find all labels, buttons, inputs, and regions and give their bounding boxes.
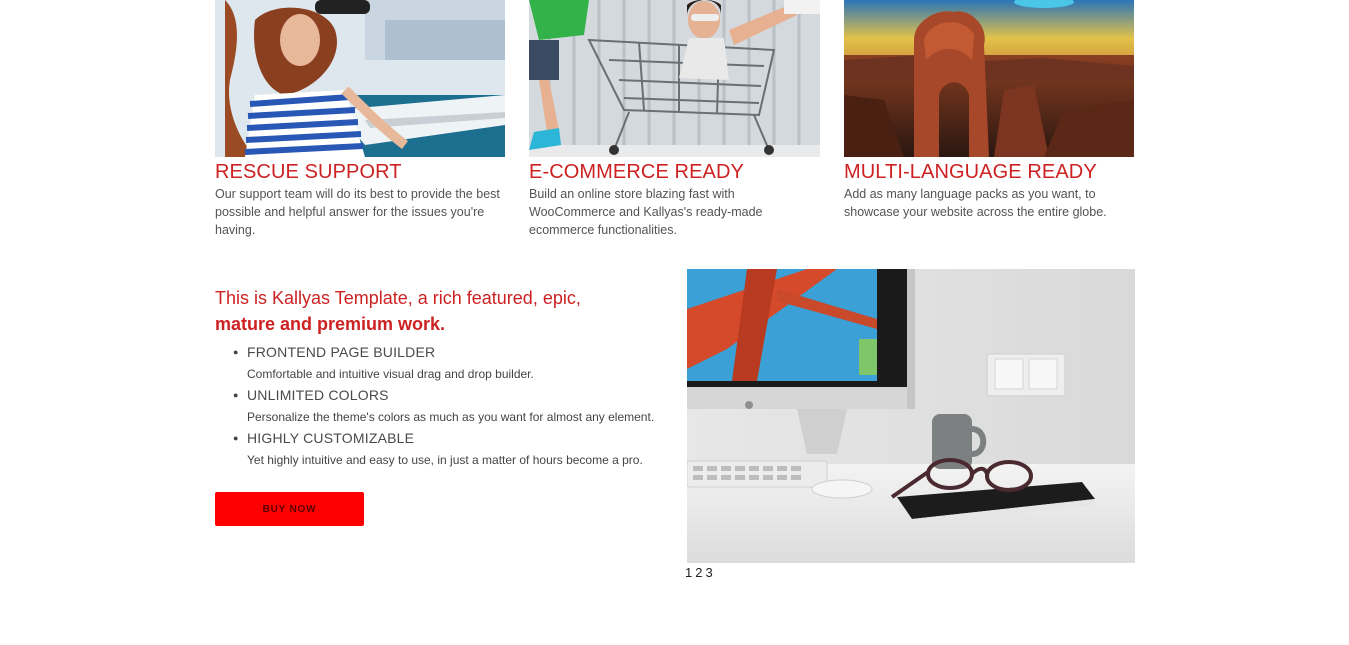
rescue-support-image[interactable] [215, 0, 505, 157]
feature-title[interactable]: E-COMMERCE READY [529, 161, 820, 183]
ecommerce-ready-image[interactable] [529, 0, 820, 157]
feature-description: Build an online store blazing fast with … [529, 187, 763, 237]
bullet-icon: ● [233, 433, 239, 443]
slider-page-1[interactable]: 1 [685, 565, 692, 580]
list-item: ● UNLIMITED COLORS Personalize the theme… [233, 386, 675, 424]
bullet-icon: ● [233, 347, 239, 357]
feature-ecommerce-ready: E-COMMERCE READY Build an online store b… [529, 0, 820, 239]
promo-heading-line1: This is Kallyas Template, a rich feature… [215, 288, 581, 308]
list-item: ● HIGHLY CUSTOMIZABLE Yet highly intuiti… [233, 429, 675, 467]
slider-page-2[interactable]: 2 [695, 565, 702, 580]
promo-heading: This is Kallyas Template, a rich feature… [215, 285, 675, 337]
multi-language-ready-image[interactable] [844, 0, 1134, 157]
feature-title[interactable]: MULTI-LANGUAGE READY [844, 161, 1134, 183]
promo-section: This is Kallyas Template, a rich feature… [215, 285, 675, 472]
feature-description: Our support team will do its best to pro… [215, 187, 500, 237]
slider-pagination: 123 [685, 565, 716, 580]
slider-page-3[interactable]: 3 [705, 565, 712, 580]
feature-rescue-support: RESCUE SUPPORT Our support team will do … [215, 0, 505, 239]
list-item-title: FRONTEND PAGE BUILDER [247, 344, 436, 360]
image-slider[interactable] [687, 269, 1135, 563]
feature-multi-language-ready: MULTI-LANGUAGE READY Add as many languag… [844, 0, 1134, 221]
bullet-icon: ● [233, 390, 239, 400]
feature-description: Add as many language packs as you want, … [844, 187, 1107, 219]
list-item-description: Personalize the theme's colors as much a… [247, 410, 655, 424]
list-item: ● FRONTEND PAGE BUILDER Comfortable and … [233, 343, 675, 381]
buy-now-button[interactable]: BUY NOW [215, 492, 364, 526]
feature-title[interactable]: RESCUE SUPPORT [215, 161, 505, 183]
list-item-description: Yet highly intuitive and easy to use, in… [247, 453, 643, 467]
slide-image [687, 269, 1135, 563]
list-item-description: Comfortable and intuitive visual drag an… [247, 367, 534, 381]
promo-feature-list: ● FRONTEND PAGE BUILDER Comfortable and … [215, 343, 675, 467]
promo-heading-line2: mature and premium work. [215, 314, 446, 334]
list-item-title: UNLIMITED COLORS [247, 387, 389, 403]
list-item-title: HIGHLY CUSTOMIZABLE [247, 430, 415, 446]
